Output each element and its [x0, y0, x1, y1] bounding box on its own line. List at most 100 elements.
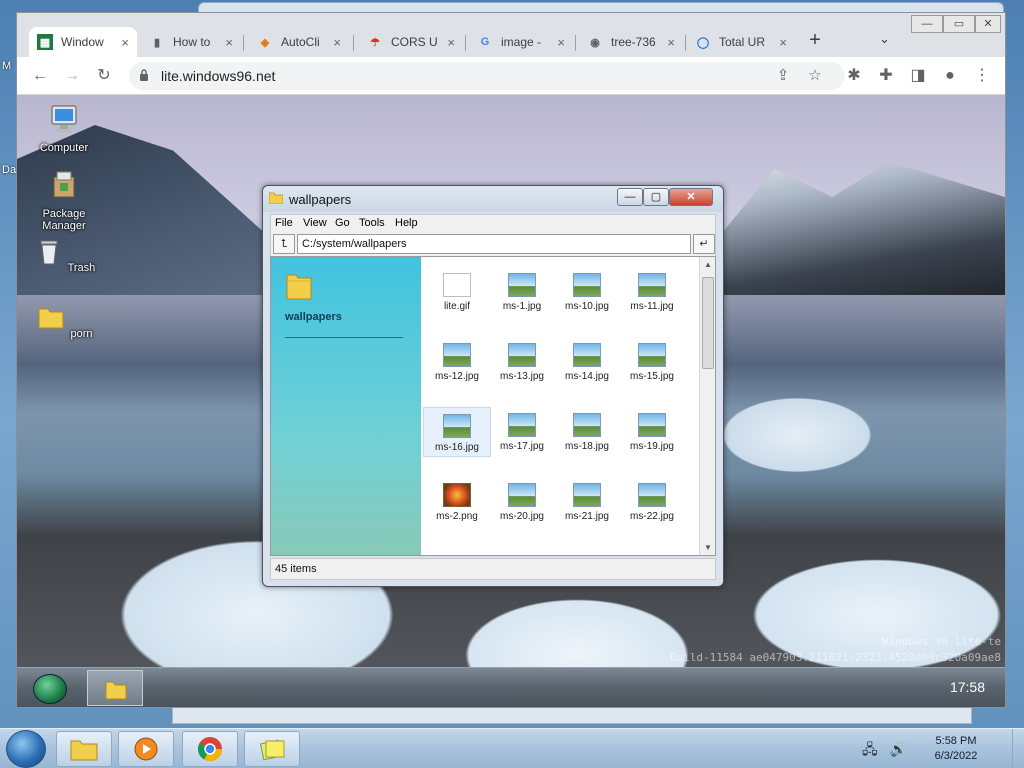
package-manager-icon [53, 171, 75, 198]
vertical-scrollbar[interactable]: ▲ ▼ [699, 257, 715, 555]
close-tab-icon[interactable]: × [333, 35, 341, 50]
file-item[interactable]: ms-17.jpg [488, 407, 556, 457]
image-file-icon [508, 483, 536, 507]
desktop-icon-trash[interactable]: Trash [27, 235, 101, 274]
file-item[interactable]: ms-11.jpg [618, 267, 686, 317]
desktop-icon-label: Computer [39, 142, 89, 154]
go-button[interactable]: ↵ [693, 234, 715, 254]
menu-file[interactable]: File [275, 217, 293, 229]
file-item[interactable]: ms-15.jpg [618, 337, 686, 387]
file-item[interactable]: ms-21.jpg [553, 477, 621, 527]
taskbar-explorer[interactable] [56, 731, 112, 767]
image-file-icon [443, 483, 471, 507]
media-player-icon [134, 737, 158, 761]
menu-help[interactable]: Help [395, 217, 418, 229]
file-item[interactable]: ms-16.jpg [423, 407, 491, 457]
file-name: ms-20.jpg [500, 511, 544, 522]
close-tab-icon[interactable]: × [225, 35, 233, 50]
profile-avatar-icon[interactable]: ● [939, 65, 961, 87]
close-tab-icon[interactable]: × [557, 35, 565, 50]
close-icon[interactable]: ✕ [975, 15, 1001, 33]
menu-kebab-icon[interactable]: ⋮ [971, 65, 993, 87]
taskbar-media-player[interactable] [118, 731, 174, 767]
maximize-icon[interactable]: ▭ [943, 15, 975, 33]
tab-search-icon[interactable]: ⌄ [879, 31, 890, 47]
image-file-icon [573, 343, 601, 367]
menu-go[interactable]: Go [335, 217, 350, 229]
clock-date: 6/3/2022 [934, 750, 978, 762]
close-tab-icon[interactable]: × [667, 35, 675, 50]
file-icon [443, 273, 471, 297]
image-file-icon [638, 273, 666, 297]
path-input[interactable]: C:/system/wallpapers [297, 234, 691, 254]
w96-start-button[interactable] [33, 674, 67, 704]
desktop-icon-folder[interactable]: porn [27, 301, 101, 340]
forward-arrow-icon[interactable]: → [61, 65, 83, 87]
tab-how-to[interactable]: ▮ How to × [141, 27, 241, 57]
close-tab-icon[interactable]: × [447, 35, 455, 50]
close-tab-icon[interactable]: × [121, 35, 129, 50]
file-item[interactable]: ms-22.jpg [618, 477, 686, 527]
address-bar[interactable]: lite.windows96.net ⇪ ☆ [129, 62, 845, 90]
reload-icon[interactable]: ↻ [93, 65, 115, 87]
folder-icon [70, 740, 98, 761]
tab-title: image - [501, 35, 542, 49]
tab-cors[interactable]: ☂ CORS U × [359, 27, 463, 57]
minimize-icon[interactable]: — [911, 15, 943, 33]
file-item[interactable]: ms-2.png [423, 477, 491, 527]
host-clock[interactable]: 5:58 PM 6/3/2022 [916, 734, 996, 764]
volume-icon[interactable]: 🔊 [890, 741, 907, 757]
taskbar-chrome[interactable] [182, 731, 238, 767]
windows-start-button[interactable] [6, 730, 46, 768]
scrollbar-thumb[interactable] [702, 277, 714, 369]
file-item[interactable]: ms-13.jpg [488, 337, 556, 387]
tab-total-url[interactable]: ◯ Total UR × [687, 27, 795, 57]
close-icon[interactable]: ✕ [669, 188, 713, 206]
extensions-puzzle-icon[interactable]: ✚ [875, 65, 897, 87]
background-window-edge [172, 706, 972, 724]
file-item[interactable]: ms-20.jpg [488, 477, 556, 527]
close-tab-icon[interactable]: × [779, 35, 787, 50]
desktop-icon-computer[interactable]: Computer [27, 103, 101, 154]
share-icon[interactable]: ⇪ [773, 66, 793, 86]
file-item[interactable]: ms-12.jpg [423, 337, 491, 387]
extension-bug-icon[interactable]: ✱ [843, 65, 865, 87]
file-item[interactable]: ms-19.jpg [618, 407, 686, 457]
image-file-icon [638, 343, 666, 367]
image-file-icon [508, 413, 536, 437]
new-tab-button[interactable]: + [801, 29, 829, 53]
scroll-up-icon[interactable]: ▲ [702, 260, 714, 272]
minimize-icon[interactable]: — [617, 188, 643, 206]
w96-task-explorer[interactable] [87, 670, 143, 706]
up-folder-button[interactable]: ⮤ [273, 234, 295, 254]
browser-toolbar: ← → ↻ lite.windows96.net ⇪ ☆ ✱ ✚ ◨ ● ⋮ [17, 57, 1005, 95]
maximize-icon[interactable]: ▢ [643, 188, 669, 206]
file-item[interactable]: ms-18.jpg [553, 407, 621, 457]
file-item[interactable]: lite.gif [423, 267, 491, 317]
scroll-down-icon[interactable]: ▼ [702, 543, 714, 555]
desktop-icon-package-manager[interactable]: Package Manager [27, 169, 101, 232]
file-name: ms-19.jpg [630, 441, 674, 452]
file-item[interactable]: ms-10.jpg [553, 267, 621, 317]
show-desktop-button[interactable] [1012, 729, 1024, 768]
explorer-titlebar[interactable]: wallpapers — ▢ ✕ [263, 186, 723, 212]
host-taskbar: 🖧 🔊 5:58 PM 6/3/2022 [0, 728, 1024, 768]
computer-icon [51, 105, 77, 132]
tab-image[interactable]: G image - × [469, 27, 573, 57]
network-icon[interactable]: 🖧 [862, 741, 878, 757]
taskbar-sticky-notes[interactable] [244, 731, 300, 767]
back-arrow-icon[interactable]: ← [29, 65, 51, 87]
file-item[interactable]: ms-14.jpg [553, 337, 621, 387]
tab-tree[interactable]: ◉ tree-736 × [579, 27, 683, 57]
menu-view[interactable]: View [303, 217, 327, 229]
windows96-page: Computer Package Manager Trash porn Wind… [17, 95, 1005, 707]
menu-tools[interactable]: Tools [359, 217, 385, 229]
tab-autoclick[interactable]: ◈ AutoCli × [249, 27, 349, 57]
folder-icon [286, 274, 312, 300]
side-panel-icon[interactable]: ◨ [907, 65, 929, 87]
tab-windows96[interactable]: ▦ Window × [29, 27, 137, 57]
bookmark-star-icon[interactable]: ☆ [805, 66, 825, 86]
doc-icon: ▮ [153, 36, 161, 49]
file-item[interactable]: ms-1.jpg [488, 267, 556, 317]
autoclick-icon: ◈ [260, 36, 270, 49]
